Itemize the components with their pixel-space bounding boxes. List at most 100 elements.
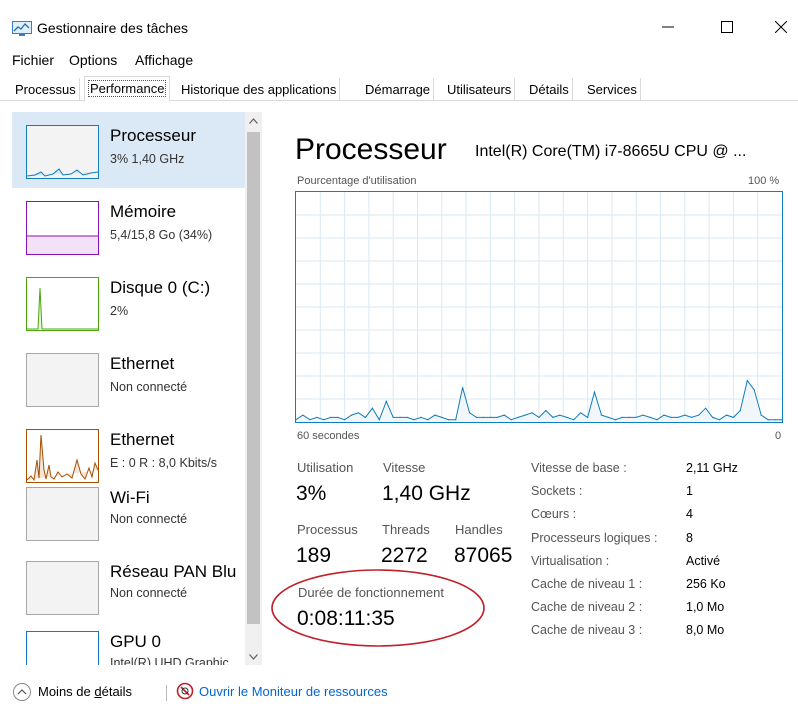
tab-utilisateurs[interactable]: Utilisateurs xyxy=(444,78,516,100)
tab-details[interactable]: Détails xyxy=(526,78,573,100)
cpu-usage-point xyxy=(344,419,346,421)
cpu-model: Intel(R) Core(TM) i7-8665U CPU @ ... xyxy=(475,143,747,160)
cpu-usage-point xyxy=(357,412,360,414)
less-details-link[interactable]: Moins de détails xyxy=(38,684,132,699)
cpu-usage-point xyxy=(538,416,540,418)
cpu-usage-point xyxy=(753,389,755,391)
cpu-usage-point xyxy=(732,416,734,418)
menu-fichier[interactable]: Fichier xyxy=(12,52,54,68)
cpu-usage-point xyxy=(663,414,665,416)
tab-services[interactable]: Services xyxy=(584,78,641,100)
sidebar-item-ethernet-1[interactable]: Ethernet Non connecté xyxy=(12,340,245,416)
resource-monitor-link[interactable]: Ouvrir le Moniteur de ressources xyxy=(199,684,388,699)
spec-label: Sockets : xyxy=(531,484,583,498)
sidebar-item-subtitle: Non connecté xyxy=(110,512,188,526)
cpu-usage-chart xyxy=(296,192,782,422)
cpu-usage-point xyxy=(350,414,353,416)
graph-x-zero-label: 0 xyxy=(775,430,782,442)
cpu-usage-point xyxy=(399,416,401,418)
cpu-usage-point xyxy=(413,419,415,421)
collapse-chevron-icon[interactable] xyxy=(12,682,32,705)
cpu-usage-point xyxy=(489,416,491,418)
tab-demarrage[interactable]: Démarrage xyxy=(362,78,435,100)
cpu-usage-point xyxy=(316,416,318,418)
cpu-usage-point xyxy=(691,416,693,418)
tab-performance[interactable]: Performance xyxy=(84,76,171,102)
sidebar-item-disque[interactable]: Disque 0 (C:) 2% xyxy=(12,264,245,340)
sidebar-item-wifi[interactable]: Wi-Fi Non connecté xyxy=(12,474,245,550)
cpu-usage-point xyxy=(774,419,776,421)
spec-value: 1,0 Mo xyxy=(686,600,725,614)
spec-label: Processeurs logiques : xyxy=(531,531,658,545)
sidebar-item-title: Wi-Fi xyxy=(110,488,150,507)
sidebar-item-subtitle: 5,4/15,8 Go (34%) xyxy=(110,228,213,242)
maximize-button[interactable] xyxy=(704,9,750,45)
cpu-usage-point xyxy=(469,412,471,414)
sidebar-item-subtitle: 2% xyxy=(110,304,129,318)
sidebar-scrollbar[interactable] xyxy=(245,112,262,665)
cpu-usage-point xyxy=(760,414,762,416)
scroll-up-arrow-icon[interactable] xyxy=(245,112,262,129)
sidebar-item-title: Disque 0 (C:) xyxy=(110,278,211,297)
footer-divider xyxy=(166,685,167,701)
cpu-usage-point xyxy=(684,414,686,416)
sidebar-item-subtitle: E : 0 R : 8,0 Kbits/s xyxy=(110,456,217,470)
graph-y-max-label: 100 % xyxy=(748,175,780,187)
sidebar-item-title: Mémoire xyxy=(110,202,177,221)
cpu-usage-point xyxy=(767,419,769,421)
spec-value: 8,0 Mo xyxy=(686,623,725,637)
graph-y-label: Pourcentage d'utilisation xyxy=(297,175,417,187)
spec-value: 4 xyxy=(686,507,693,521)
task-manager-icon xyxy=(12,21,32,36)
cpu-usage-point xyxy=(448,419,450,421)
spec-label: Cœurs : xyxy=(531,507,577,521)
sidebar-item-title: Réseau PAN Blu xyxy=(110,562,237,581)
ethernet-thumbnail xyxy=(26,353,99,407)
cpu-usage-point xyxy=(371,407,373,409)
sidebar-item-memoire[interactable]: Mémoire 5,4/15,8 Go (34%) xyxy=(12,188,245,264)
processus-value: 189 xyxy=(296,544,332,567)
red-ellipse-annotation xyxy=(271,569,485,647)
bluetooth-thumbnail xyxy=(26,561,99,615)
cpu-usage-point xyxy=(427,419,429,421)
threads-value: 2272 xyxy=(381,544,428,567)
title-bar: Gestionnaire des tâches xyxy=(0,0,798,44)
sidebar-item-reseau-pan[interactable]: Réseau PAN Blu Non connecté xyxy=(12,548,245,624)
cpu-usage-point xyxy=(621,416,623,418)
cpu-thumbnail xyxy=(26,125,99,179)
cpu-usage-point xyxy=(698,414,700,416)
spec-label: Virtualisation : xyxy=(531,554,610,568)
cpu-usage-point xyxy=(385,400,387,402)
cpu-usage-point xyxy=(531,412,533,414)
menu-options[interactable]: Options xyxy=(69,52,117,68)
page-title: Processeur xyxy=(295,133,447,166)
cpu-usage-point xyxy=(302,414,304,416)
disk-thumbnail xyxy=(26,277,99,331)
minimize-button[interactable] xyxy=(645,9,691,45)
cpu-usage-point xyxy=(496,416,498,418)
cpu-usage-point xyxy=(552,416,554,418)
cpu-usage-point xyxy=(524,414,526,416)
tab-historique[interactable]: Historique des applications xyxy=(178,78,341,100)
spec-label: Vitesse de base : xyxy=(531,461,627,475)
scrollbar-thumb[interactable] xyxy=(247,132,260,624)
memory-thumbnail xyxy=(26,201,99,255)
sidebar-item-processeur[interactable]: Processeur 3% 1,40 GHz xyxy=(12,112,245,188)
cpu-usage-point xyxy=(455,419,457,421)
cpu-usage-point xyxy=(746,380,748,382)
spec-value: 2,11 GHz xyxy=(686,461,738,475)
cpu-usage-point xyxy=(712,416,714,418)
close-button[interactable] xyxy=(758,9,798,45)
scroll-down-arrow-icon[interactable] xyxy=(245,648,262,665)
sidebar-item-subtitle: 3% 1,40 GHz xyxy=(110,152,185,166)
sidebar-item-gpu[interactable]: GPU 0 Intel(R) UHD Graphic xyxy=(12,618,245,665)
cpu-usage-point xyxy=(559,414,561,416)
cpu-usage-point xyxy=(420,416,422,418)
cpu-usage-point xyxy=(725,414,728,416)
spec-value: 8 xyxy=(686,531,693,545)
cpu-usage-point xyxy=(323,419,325,421)
cpu-usage-point xyxy=(614,419,616,421)
menu-affichage[interactable]: Affichage xyxy=(135,52,193,68)
processus-label: Processus xyxy=(297,522,358,537)
tab-processus[interactable]: Processus xyxy=(12,78,80,100)
